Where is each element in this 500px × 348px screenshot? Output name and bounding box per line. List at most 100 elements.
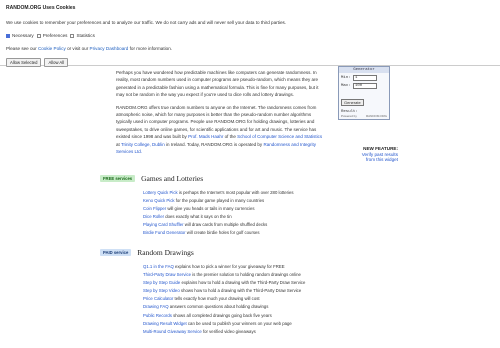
service-desc: will give you heads or tails in many cur… xyxy=(167,206,255,212)
max-label: Max: xyxy=(341,84,351,88)
max-input[interactable]: 100 xyxy=(353,83,377,89)
list-item: Public Records shows all completed drawi… xyxy=(143,312,400,320)
cookie-policy-line: Please see our Cookie Policy or visit ou… xyxy=(6,46,494,51)
min-row: Min: 1 xyxy=(341,75,387,81)
checkbox-statistics[interactable]: Statistics xyxy=(70,33,95,38)
service-link[interactable]: Public Records xyxy=(143,313,172,318)
checkbox-icon[interactable] xyxy=(36,33,41,38)
service-link[interactable]: Price Calculator xyxy=(143,296,173,301)
cookie-title: RANDOM.ORG Uses Cookies xyxy=(6,5,76,11)
generate-button[interactable]: Generate xyxy=(341,99,364,106)
brand-logo[interactable]: RANDOM.ORG xyxy=(366,114,387,118)
list-item: Step by Step Guide explains how to hold … xyxy=(143,279,400,287)
checkbox-preferences[interactable]: Preferences xyxy=(36,33,68,38)
service-desc: can be used to publish your winners on y… xyxy=(187,320,292,326)
policy-text: for more information. xyxy=(129,46,173,51)
service-link[interactable]: Keno Quick Pick xyxy=(143,198,175,203)
service-link[interactable]: Multi-Round Giveaway Service xyxy=(143,329,202,334)
checkbox-label: Statistics xyxy=(76,33,95,38)
cookie-banner: RANDOM.ORG Uses Cookies We use cookies t… xyxy=(0,0,500,67)
checkbox-icon[interactable] xyxy=(70,33,75,38)
service-link[interactable]: Step by Step Video xyxy=(143,288,180,293)
list-item: Step by Step Video shows how to hold a d… xyxy=(143,287,400,295)
max-row: Max: 100 xyxy=(341,83,387,89)
service-desc: will create birdie holes for golf course… xyxy=(186,230,260,236)
list-item: Lottery Quick Pick is perhaps the Intern… xyxy=(143,189,400,197)
list-item: Playing Card Shuffler will draw cards fr… xyxy=(143,221,400,229)
cookie-buttons: Allow Selected Allow All xyxy=(6,58,494,67)
service-desc: shows all completed drawings going back … xyxy=(173,312,272,318)
mads-haahr-link[interactable]: Prof. Mads Haahr xyxy=(188,134,223,139)
random-number-widget: Generator Min: 1 Max: 100 Generate Resul… xyxy=(338,66,390,120)
list-item: Third-Party Draw Service is the premier … xyxy=(143,271,400,279)
paid-badge: PAID service xyxy=(100,249,132,256)
checkbox-label: Necessary xyxy=(12,33,34,38)
powered-by-text: Powered by xyxy=(341,114,357,118)
allow-all-button[interactable]: Allow All xyxy=(44,58,69,67)
service-link[interactable]: Step by Step Guide xyxy=(143,280,180,285)
service-link[interactable]: Birdie Fund Generator xyxy=(143,230,186,235)
main-content: Perhaps you have wondered how predictabl… xyxy=(0,66,500,348)
cookie-policy-link[interactable]: Cookie Policy xyxy=(38,46,66,51)
service-link[interactable]: Drawing FAQ xyxy=(143,304,169,309)
intro-text-part: of the xyxy=(224,134,236,140)
new-feature-note: NEW FEATURE: Verify past results from th… xyxy=(330,146,398,163)
service-link[interactable]: Playing Card Shuffler xyxy=(143,222,184,227)
cookie-text: We use cookies to remember your preferen… xyxy=(6,20,287,25)
checkbox-icon[interactable] xyxy=(6,33,10,38)
paid-services-list: Q1.1 in the FAQ explains how to pick a w… xyxy=(143,263,400,336)
service-link[interactable]: Dice Roller xyxy=(143,214,164,219)
section-title: Random Drawings xyxy=(137,248,194,257)
free-services-section: FREE services Games and Lotteries Lotter… xyxy=(100,174,400,238)
list-item: Coin Flipper will give you heads or tail… xyxy=(143,205,400,213)
service-desc: answers common questions about holding d… xyxy=(169,304,269,310)
min-input[interactable]: 1 xyxy=(353,75,377,81)
trinity-link[interactable]: Trinity College, Dublin xyxy=(121,142,165,147)
widget-title: Generator xyxy=(339,67,389,73)
service-desc: tells exactly how much your drawing will… xyxy=(174,296,260,302)
policy-text: Please see our xyxy=(6,46,37,51)
service-desc: for the popular game played in many coun… xyxy=(175,198,265,204)
policy-text: or visit our xyxy=(67,46,89,51)
section-header: FREE services Games and Lotteries xyxy=(100,174,400,183)
service-desc: for verified video giveaways xyxy=(202,328,256,334)
service-link[interactable]: Coin Flipper xyxy=(143,206,166,211)
service-link[interactable]: Q1.1 in the FAQ xyxy=(143,264,174,269)
min-label: Min: xyxy=(341,76,351,80)
service-desc: explains how to hold a drawing with the … xyxy=(181,280,306,286)
list-item: Multi-Round Giveaway Service for verifie… xyxy=(143,328,400,336)
service-desc: explains how to pick a winner for your g… xyxy=(175,264,285,269)
checkbox-necessary[interactable]: Necessary xyxy=(6,33,34,38)
section-title: Games and Lotteries xyxy=(141,174,204,183)
service-link[interactable]: Lottery Quick Pick xyxy=(143,190,178,195)
list-item: Q1.1 in the FAQ explains how to pick a w… xyxy=(143,263,400,271)
intro-text-part: in Ireland. Today, RANDOM.ORG is operate… xyxy=(166,141,263,147)
intro-paragraph-2: RANDOM.ORG offers true random numbers to… xyxy=(116,104,326,156)
school-link[interactable]: School of Computer Science and Statistic… xyxy=(237,134,322,139)
widget-footer: Powered by RANDOM.ORG xyxy=(341,114,387,118)
allow-selected-button[interactable]: Allow Selected xyxy=(6,58,42,67)
intro-paragraph-1: Perhaps you have wondered how predictabl… xyxy=(116,70,319,98)
list-item: Drawing Result Widget can be used to pub… xyxy=(143,320,400,328)
service-desc: is the premier solution to holding rando… xyxy=(192,272,301,278)
service-desc: does exactly what it says on the tin xyxy=(165,214,232,220)
section-header: PAID service Random Drawings xyxy=(100,248,400,257)
service-desc: will draw cards from multiple shuffled d… xyxy=(184,222,268,228)
free-badge: FREE services xyxy=(100,175,136,182)
new-feature-line2[interactable]: from this widget xyxy=(330,157,398,163)
list-item: Keno Quick Pick for the popular game pla… xyxy=(143,197,400,205)
intro-text: Perhaps you have wondered how predictabl… xyxy=(116,69,326,160)
service-link[interactable]: Drawing Result Widget xyxy=(143,321,187,326)
list-item: Price Calculator tells exactly how much … xyxy=(143,295,400,303)
service-desc: shows how to hold a drawing with the Thi… xyxy=(180,288,302,294)
paid-services-section: PAID service Random Drawings Q1.1 in the… xyxy=(100,248,400,336)
list-item: Birdie Fund Generator will create birdie… xyxy=(143,229,400,237)
intro-text-part: at xyxy=(116,141,120,147)
free-services-list: Lottery Quick Pick is perhaps the Intern… xyxy=(143,189,400,238)
list-item: Drawing FAQ answers common questions abo… xyxy=(143,303,400,311)
checkbox-label: Preferences xyxy=(42,33,68,38)
list-item: Dice Roller does exactly what it says on… xyxy=(143,213,400,221)
service-link[interactable]: Third-Party Draw Service xyxy=(143,272,191,277)
service-desc: is perhaps the Internet's most popular w… xyxy=(178,190,294,195)
privacy-dashboard-link[interactable]: Privacy Dashboard xyxy=(90,46,129,51)
